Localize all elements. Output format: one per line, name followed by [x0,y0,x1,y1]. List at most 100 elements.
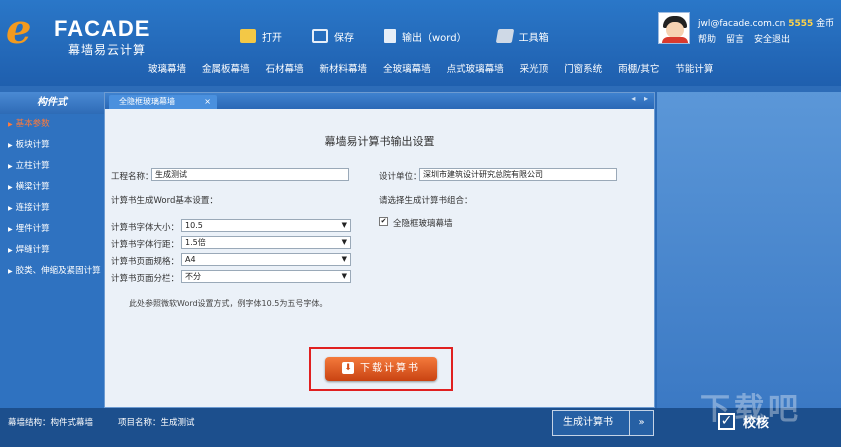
chevron-right-icon: ▶ [8,247,13,254]
download-highlight-box: ⬇ 下载计算书 [309,347,453,391]
page-size-value: A4 [185,255,196,264]
chevron-right-icon: ▶ [8,121,13,128]
structure-type-text: 幕墙结构：构件式幕墙 [8,418,94,428]
chevron-right-icon: ▶ [8,268,13,275]
chevron-down-icon: ▼ [341,255,347,263]
open-folder-icon [240,29,256,43]
sidebar-item-label: 基本参数 [15,119,50,129]
page-columns-label: 计算书页面分栏： [111,274,180,284]
nav-metal-panel[interactable]: 金属板幕墙 [194,60,258,80]
sidebar-item-label: 板块计算 [15,140,50,150]
tab-scroll-left-icon[interactable]: ◂ [631,94,635,103]
logout-link[interactable]: 安全退出 [754,32,790,45]
word-document-icon [384,29,396,43]
output-settings-panel: 全隐框玻璃幕墙 × ◂ ▸ 幕墙易计算书输出设置 工程名称： 生成测试 设计单位… [104,92,655,408]
sidebar-item-panel-calc[interactable]: ▶ 板块计算 [0,135,104,156]
tab-label: 全隐框玻璃幕墙 [119,97,175,106]
save-button[interactable]: 保存 [312,26,354,46]
user-links: 帮助 留言 安全退出 [698,32,800,45]
line-spacing-label: 计算书字体行距： [111,240,180,250]
nav-full-glass[interactable]: 全玻璃幕墙 [375,60,439,80]
nav-stone[interactable]: 石材幕墙 [258,60,312,80]
sidebar-item-label: 连接计算 [15,203,50,213]
nav-door-window[interactable]: 门窗系统 [556,60,610,80]
close-icon[interactable]: × [204,95,211,109]
word-settings-label: 计算书生成Word基本设置： [111,196,218,206]
open-button[interactable]: 打开 [240,26,282,46]
font-size-label: 计算书字体大小： [111,223,180,233]
page-title: 幕墙易计算书输出设置 [324,135,435,148]
tab-scroll-arrows: ◂ ▸ [625,94,648,103]
nav-glass-curtain-wall[interactable]: 玻璃幕墙 [140,60,194,80]
chevron-down-icon: ▼ [341,238,347,246]
font-size-select[interactable]: 10.5 ▼ [181,219,351,232]
sidebar-item-embed-calc[interactable]: ▶ 埋件计算 [0,219,104,240]
sidebar-item-transom-calc[interactable]: ▶ 横梁计算 [0,177,104,198]
page-columns-value: 不分 [185,272,201,281]
avatar[interactable] [658,12,690,44]
logo-letter: e [6,6,32,53]
sidebar-item-label: 胶类、伸缩及紧固计算 [15,266,101,276]
toolbox-button[interactable]: 工具箱 [495,26,549,46]
font-size-value: 10.5 [185,221,203,230]
coin-balance: 5555 [788,19,814,29]
coin-unit: 金币 [816,19,835,29]
sidebar: 构件式 ▶ 基本参数 ▶ 板块计算 ▶ 立柱计算 ▶ 横梁计算 ▶ 连接计算 ▶ 埋件计算 … [0,92,104,408]
sidebar-item-weld-calc[interactable]: ▶ 焊缝计算 [0,240,104,261]
page-size-label: 计算书页面规格： [111,257,180,267]
project-name-text: 项目名称：生成测试 [118,418,195,428]
design-unit-label: 设计单位： [379,172,422,182]
sidebar-item-connection-calc[interactable]: ▶ 连接计算 [0,198,104,219]
chevron-down-icon: ▼ [341,221,347,229]
sidebar-item-label: 横梁计算 [15,182,50,192]
user-email-line: jwl@facade.com.cn 5555 金币 [698,16,834,29]
nav-canopy-other[interactable]: 雨棚/其它 [610,60,667,80]
sidebar-title: 构件式 [0,92,104,114]
download-arrow-icon: ⬇ [342,362,354,374]
nav-new-material[interactable]: 新材料幕墙 [312,60,376,80]
chevron-right-icon: ▶ [8,184,13,191]
page-size-select[interactable]: A4 ▼ [181,253,351,266]
sidebar-item-label: 埋件计算 [15,224,50,234]
line-spacing-value: 1.5倍 [185,238,206,247]
double-chevron-right-icon: » [629,411,653,435]
word-settings-note: 此处参照微软Word设置方式，例字体10.5为五号字体。 [129,299,328,308]
sidebar-item-label: 焊缝计算 [15,245,50,255]
export-word-label: 输出（word） [402,32,467,44]
combo-label: 请选择生成计算书组合： [379,196,473,206]
chevron-right-icon: ▶ [8,205,13,212]
user-email: jwl@facade.com.cn [698,19,786,29]
generate-calc-book-button[interactable]: 生成计算书 » [552,410,654,436]
download-calc-book-button[interactable]: ⬇ 下载计算书 [325,357,437,381]
nav-energy[interactable]: 节能计算 [667,60,721,80]
open-label: 打开 [262,32,282,44]
project-name-input[interactable]: 生成测试 [151,168,349,181]
design-unit-input[interactable]: 深圳市建筑设计研究总院有限公司 [419,168,617,181]
right-panel [657,92,841,408]
watermark: 下载吧 [700,392,802,427]
page-columns-select[interactable]: 不分 ▼ [181,270,351,283]
app-header: e FACADE 幕墙易云计算 打开 保存 输出（word） 工具箱 jwl@f… [0,0,841,86]
chevron-right-icon: ▶ [8,142,13,149]
nav-point-glass[interactable]: 点式玻璃幕墙 [439,60,512,80]
combo-hidden-frame-checkbox[interactable]: ✔ [379,217,388,226]
user-area: jwl@facade.com.cn 5555 金币 帮助 留言 安全退出 [658,12,838,52]
save-icon [312,29,328,43]
sidebar-item-basic-params[interactable]: ▶ 基本参数 [0,114,104,135]
save-label: 保存 [334,32,354,44]
export-word-button[interactable]: 输出（word） [384,26,467,46]
generate-label: 生成计算书 [563,417,613,428]
chevron-right-icon: ▶ [8,163,13,170]
facade-logo: e FACADE 幕墙易云计算 [6,6,149,58]
message-link[interactable]: 留言 [726,32,744,45]
nav-skylight[interactable]: 采光顶 [512,60,557,80]
sidebar-item-sealant-calc[interactable]: ▶ 胶类、伸缩及紧固计算 [0,261,104,282]
help-link[interactable]: 帮助 [698,32,716,45]
main-nav: 玻璃幕墙 金属板幕墙 石材幕墙 新材料幕墙 全玻璃幕墙 点式玻璃幕墙 采光顶 门… [140,60,721,80]
tab-hidden-frame-glass[interactable]: 全隐框玻璃幕墙 × [109,95,217,109]
logo-brand: FACADE [54,16,151,41]
tab-scroll-right-icon[interactable]: ▸ [644,94,648,103]
toolbox-label: 工具箱 [518,32,549,44]
line-spacing-select[interactable]: 1.5倍 ▼ [181,236,351,249]
sidebar-item-mullion-calc[interactable]: ▶ 立柱计算 [0,156,104,177]
